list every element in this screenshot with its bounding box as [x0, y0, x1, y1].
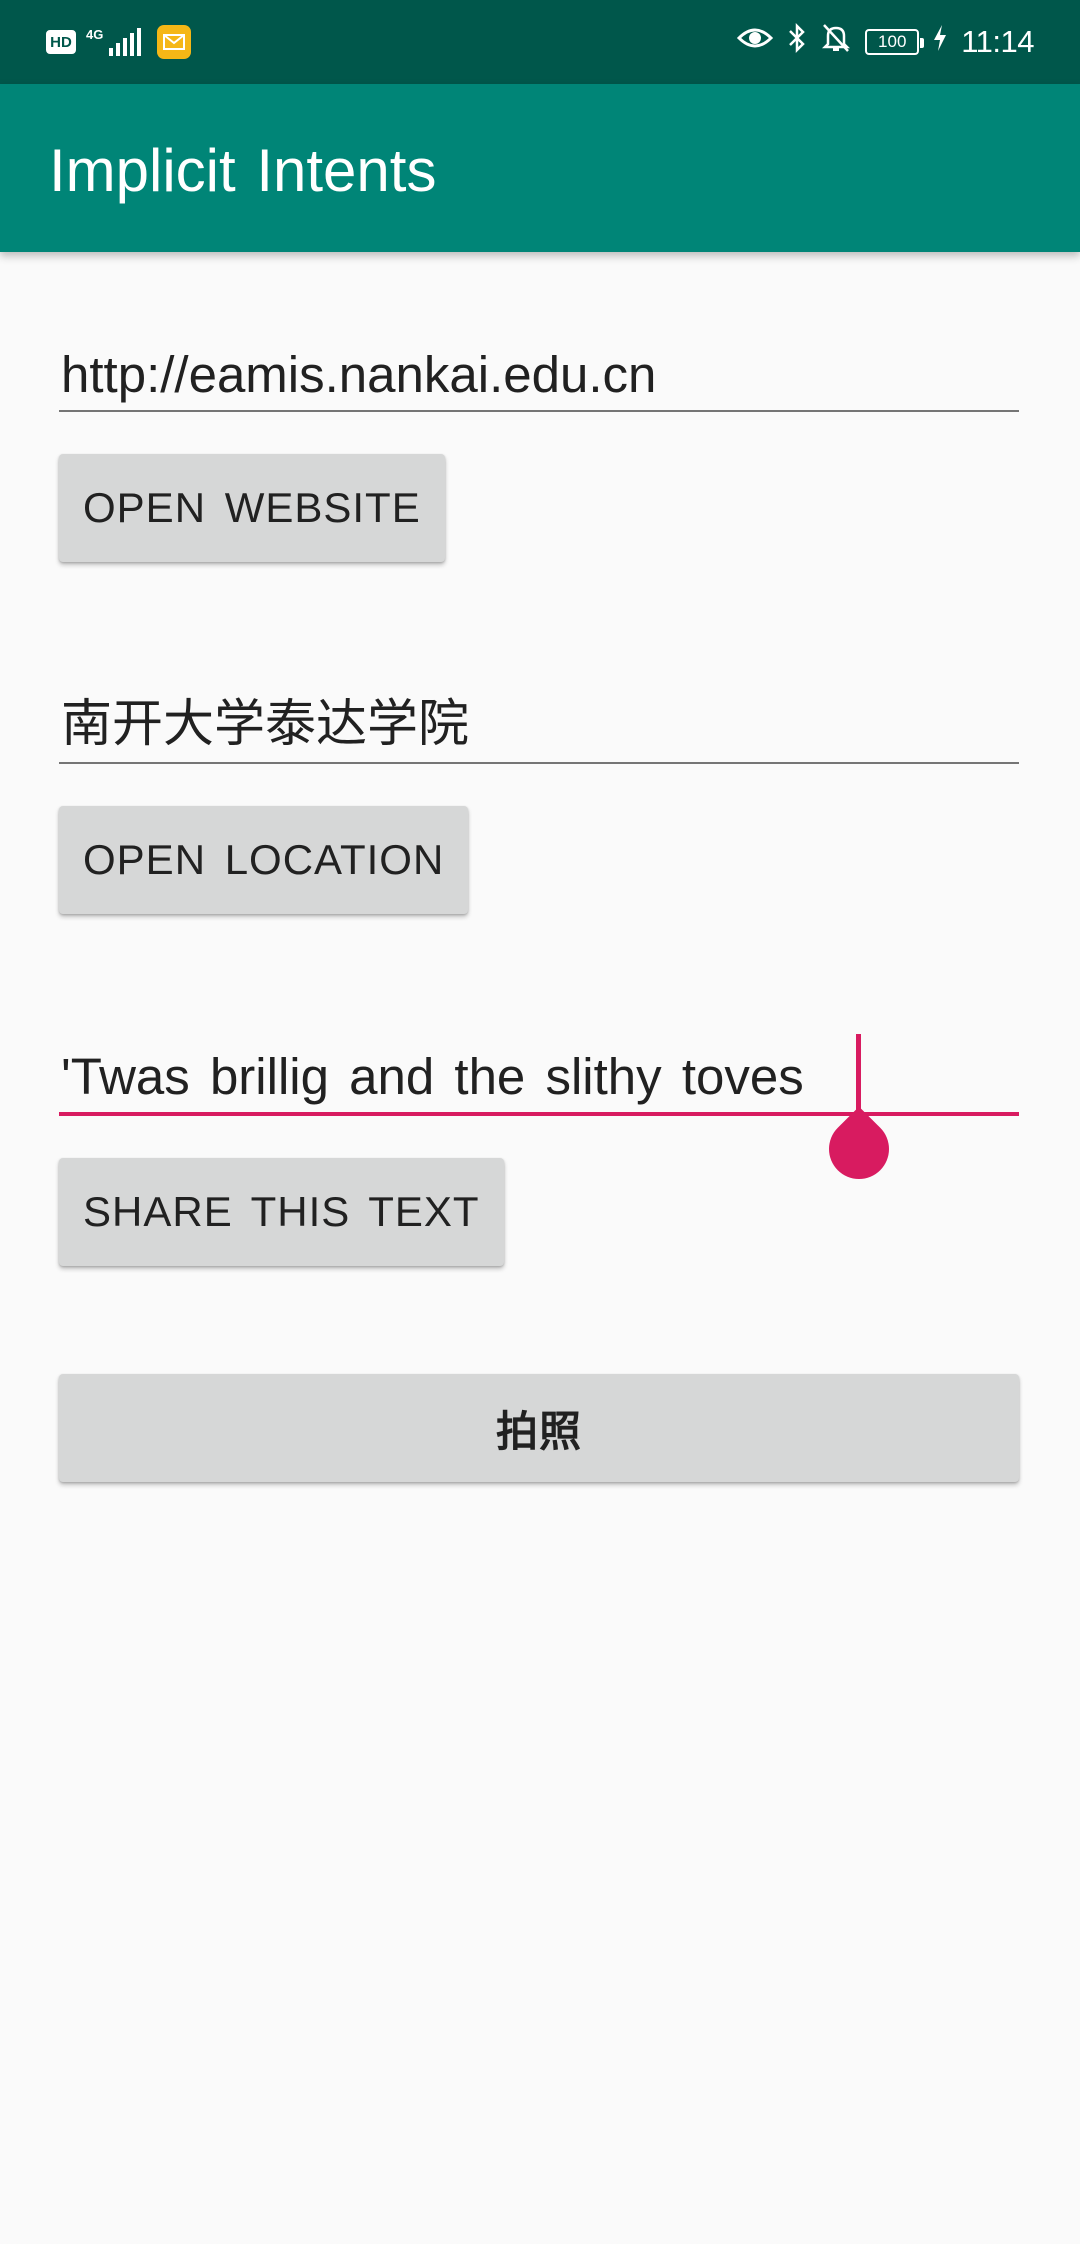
clock: 11:14 [961, 24, 1034, 59]
open-location-button[interactable]: OPEN LOCATION [59, 806, 469, 914]
status-right-group: 100 11:14 [737, 20, 1034, 64]
eye-icon [737, 25, 774, 59]
network-type-label: 4G [86, 26, 104, 42]
take-photo-button[interactable]: 拍照 [59, 1374, 1019, 1482]
battery-icon: 100 [865, 29, 925, 55]
location-input[interactable]: 南开大学泰达学院 [59, 690, 1019, 764]
app-title: Implicit Intents [49, 137, 437, 204]
status-bar: HD 4G 100 11:14 [0, 0, 1080, 84]
text-cursor [856, 1034, 861, 1112]
share-text-button[interactable]: SHARE THIS TEXT [59, 1158, 504, 1266]
mail-icon [157, 25, 192, 59]
bluetooth-icon [787, 22, 807, 62]
hd-icon: HD [46, 30, 76, 54]
status-left-group: HD 4G [46, 22, 192, 62]
signal-icon [109, 28, 142, 56]
website-url-input[interactable]: http://eamis.nankai.edu.cn [59, 338, 1019, 412]
cursor-handle[interactable] [816, 1106, 902, 1192]
open-website-button[interactable]: OPEN WEBSITE [59, 454, 445, 562]
bell-off-icon [821, 22, 851, 62]
share-text-input[interactable]: 'Twas brillig and the slithy toves [59, 1042, 1019, 1116]
app-bar: Implicit Intents [0, 84, 1080, 252]
charging-icon [933, 25, 947, 59]
